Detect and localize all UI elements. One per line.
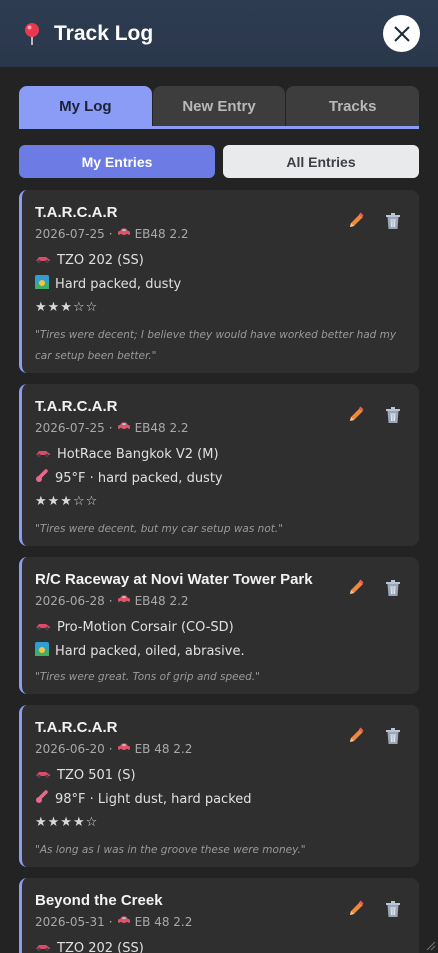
entry-date: 2026-07-25 bbox=[35, 421, 105, 435]
entry-condition-line: Hard packed, dusty bbox=[35, 275, 405, 294]
entry-tire-line: Pro-Motion Corsair (CO-SD) bbox=[35, 620, 405, 636]
entry-actions bbox=[347, 579, 402, 597]
edit-icon[interactable] bbox=[347, 579, 365, 597]
entry-condition: Hard packed, oiled, abrasive. bbox=[55, 643, 245, 659]
entry-rating: ★★★★☆ bbox=[35, 815, 99, 830]
tab-my-log[interactable]: My Log bbox=[19, 86, 152, 126]
entry-condition: 98°F · Light dust, hard packed bbox=[55, 791, 252, 807]
entry-actions bbox=[347, 727, 402, 745]
entry-card: T.A.R.C.A.R 2026-07-25 · EB48 2.2 TZO 202 (S… bbox=[19, 190, 419, 373]
edit-icon[interactable] bbox=[347, 406, 365, 424]
race-car-icon bbox=[35, 941, 51, 953]
race-car-icon bbox=[35, 768, 51, 784]
entry-filter: My Entries All Entries bbox=[19, 145, 419, 178]
entry-list: T.A.R.C.A.R 2026-07-25 · EB48 2.2 TZO 202 (S… bbox=[19, 190, 419, 953]
car-icon bbox=[117, 226, 131, 242]
app-header: Track Log bbox=[0, 0, 438, 67]
entry-tire: HotRace Bangkok V2 (M) bbox=[57, 447, 219, 462]
meta-separator: · bbox=[108, 227, 113, 241]
entry-date: 2026-06-28 bbox=[35, 594, 105, 608]
edit-icon[interactable] bbox=[347, 212, 365, 230]
tab-underline bbox=[19, 126, 419, 129]
entry-condition-line: 98°F · Light dust, hard packed bbox=[35, 790, 405, 809]
entry-tire-line: TZO 501 (S) bbox=[35, 768, 405, 784]
entry-condition-line: 95°F · hard packed, dusty bbox=[35, 469, 405, 488]
delete-icon[interactable] bbox=[384, 900, 402, 918]
entry-date: 2026-06-20 bbox=[35, 742, 105, 756]
car-icon bbox=[117, 914, 131, 930]
entry-car: EB48 2.2 bbox=[134, 594, 189, 608]
tab-new-entry[interactable]: New Entry bbox=[152, 86, 286, 126]
race-car-icon bbox=[35, 620, 51, 636]
entry-tire-line: TZO 202 (SS) bbox=[35, 253, 405, 269]
meta-separator: · bbox=[108, 915, 113, 929]
close-icon bbox=[393, 25, 410, 42]
entry-note: "Tires were decent, but my car setup was… bbox=[35, 523, 284, 535]
delete-icon[interactable] bbox=[384, 212, 402, 230]
entry-tire: Pro-Motion Corsair (CO-SD) bbox=[57, 620, 234, 635]
car-icon bbox=[117, 420, 131, 436]
entry-car: EB48 2.2 bbox=[134, 421, 189, 435]
thermometer-icon bbox=[35, 469, 49, 488]
entry-car: EB 48 2.2 bbox=[134, 915, 193, 929]
car-icon bbox=[117, 741, 131, 757]
entry-condition: Hard packed, dusty bbox=[55, 276, 182, 292]
entry-tire-line: HotRace Bangkok V2 (M) bbox=[35, 447, 405, 463]
thermometer-icon bbox=[35, 790, 49, 809]
entry-actions bbox=[347, 900, 402, 918]
entry-condition-line: Hard packed, oiled, abrasive. bbox=[35, 642, 405, 661]
entry-card: T.A.R.C.A.R 2026-07-25 · EB48 2.2 HotRace Ba… bbox=[19, 384, 419, 546]
entry-condition: 95°F · hard packed, dusty bbox=[55, 470, 223, 486]
entry-tire: TZO 501 (S) bbox=[57, 768, 136, 783]
meta-separator: · bbox=[108, 421, 113, 435]
race-car-icon bbox=[35, 447, 51, 463]
entry-tire-line: TZO 202 (SS) bbox=[35, 941, 405, 953]
edit-icon[interactable] bbox=[347, 900, 365, 918]
entry-car: EB 48 2.2 bbox=[134, 742, 193, 756]
tab-tracks[interactable]: Tracks bbox=[286, 86, 420, 126]
edit-icon[interactable] bbox=[347, 727, 365, 745]
entry-tire: TZO 202 (SS) bbox=[57, 941, 144, 953]
delete-icon[interactable] bbox=[384, 727, 402, 745]
close-button[interactable] bbox=[383, 15, 420, 52]
resize-grip-icon[interactable] bbox=[424, 939, 436, 951]
entry-rating: ★★★☆☆ bbox=[35, 300, 99, 315]
entry-date: 2026-05-31 bbox=[35, 915, 105, 929]
entry-note: "Tires were great. Tons of grip and spee… bbox=[35, 671, 260, 683]
sunrise-icon bbox=[35, 275, 49, 294]
entry-car: EB48 2.2 bbox=[134, 227, 189, 241]
entry-rating: ★★★☆☆ bbox=[35, 494, 99, 509]
entry-card: R/C Raceway at Novi Water Tower Park 2026… bbox=[19, 557, 419, 694]
sunrise-icon bbox=[35, 642, 49, 661]
car-icon bbox=[117, 593, 131, 609]
entry-card: T.A.R.C.A.R 2026-06-20 · EB 48 2.2 TZO 501 (… bbox=[19, 705, 419, 867]
delete-icon[interactable] bbox=[384, 406, 402, 424]
tab-bar: My Log New Entry Tracks bbox=[19, 86, 420, 126]
meta-separator: · bbox=[108, 594, 113, 608]
entry-note: "Tires were decent; I believe they would… bbox=[35, 329, 397, 362]
entry-card: Beyond the Creek 2026-05-31 · EB 48 2.2 TZO … bbox=[19, 878, 419, 953]
meta-separator: · bbox=[108, 742, 113, 756]
entry-note: "As long as I was in the groove these we… bbox=[35, 844, 306, 856]
app-title: Track Log bbox=[54, 21, 154, 45]
my-entries-button[interactable]: My Entries bbox=[19, 145, 215, 178]
entry-actions bbox=[347, 212, 402, 230]
entry-actions bbox=[347, 406, 402, 424]
entry-tire: TZO 202 (SS) bbox=[57, 253, 144, 268]
entry-date: 2026-07-25 bbox=[35, 227, 105, 241]
race-car-icon bbox=[35, 253, 51, 269]
delete-icon[interactable] bbox=[384, 579, 402, 597]
all-entries-button[interactable]: All Entries bbox=[223, 145, 419, 178]
round-pushpin-icon bbox=[22, 21, 42, 47]
